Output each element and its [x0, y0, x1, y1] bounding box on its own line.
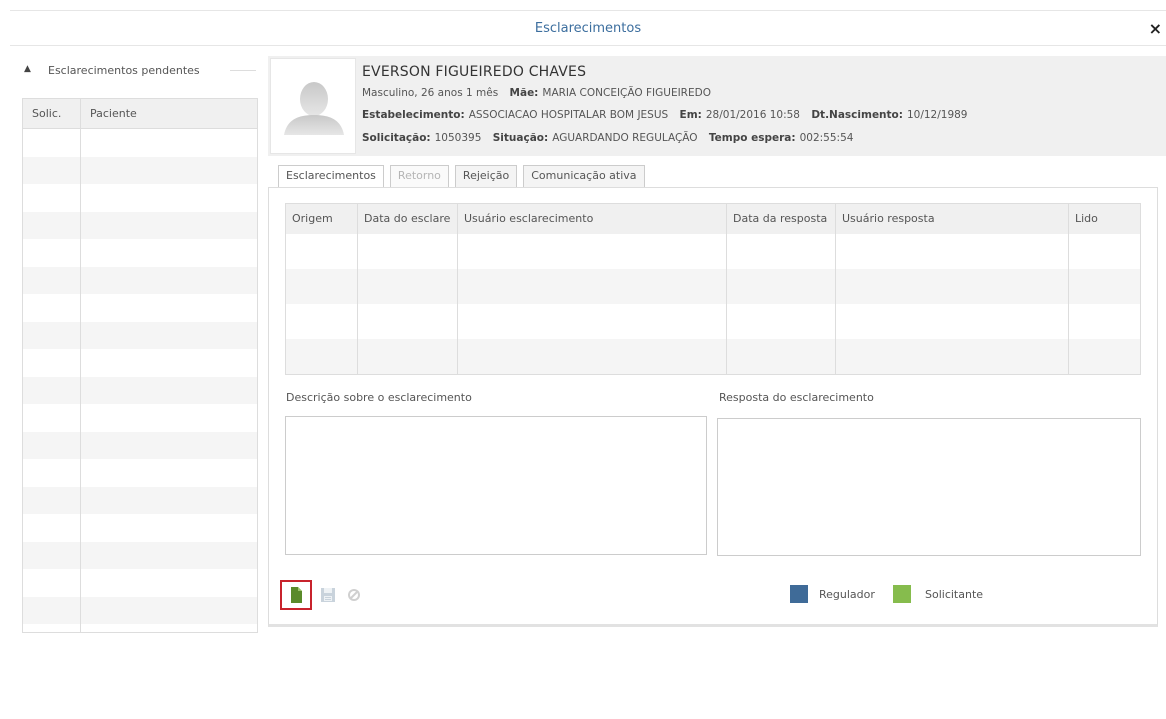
- collapse-arrow-icon[interactable]: ▲: [24, 64, 31, 74]
- list-item[interactable]: [23, 184, 257, 212]
- response-textarea[interactable]: [717, 418, 1141, 556]
- wait-label: Tempo espera:: [708, 132, 796, 144]
- legend-requester-label: Solicitante: [925, 588, 984, 601]
- list-item[interactable]: [23, 211, 257, 239]
- new-button[interactable]: [280, 580, 312, 610]
- tab-retorno[interactable]: Retorno: [389, 165, 449, 187]
- description-textarea[interactable]: [285, 416, 707, 555]
- status-value: AGUARDANDO REGULAÇÃO: [552, 132, 698, 144]
- list-item[interactable]: [23, 596, 257, 624]
- column-header-paciente[interactable]: Paciente: [81, 99, 257, 128]
- table-row[interactable]: [286, 339, 1140, 374]
- wait-value: 002:55:54: [799, 132, 854, 144]
- list-item[interactable]: [23, 541, 257, 569]
- patient-line-2: Estabelecimento: ASSOCIACAO HOSPITALAR BO…: [362, 109, 968, 121]
- patient-gender-age: Masculino, 26 anos 1 mês: [362, 87, 499, 99]
- list-item[interactable]: [23, 431, 257, 459]
- legend-regulator-swatch: [790, 585, 808, 603]
- divider: [230, 70, 256, 71]
- birth-label: Dt.Nascimento:: [811, 109, 903, 121]
- list-item[interactable]: [23, 129, 257, 157]
- response-label: Resposta do esclarecimento: [719, 391, 874, 404]
- patient-name: EVERSON FIGUEIREDO CHAVES: [362, 64, 587, 80]
- list-item[interactable]: [23, 569, 257, 597]
- column-header-lido[interactable]: Lido: [1069, 204, 1140, 234]
- mother-label: Mãe:: [509, 87, 539, 99]
- pending-section-title: Esclarecimentos pendentes: [48, 64, 200, 77]
- column-header-origem[interactable]: Origem: [286, 204, 358, 234]
- mother-value: MARIA CONCEIÇÃO FIGUEIREDO: [542, 87, 711, 99]
- em-value: 28/01/2016 10:58: [705, 109, 800, 121]
- legend-regulator-label: Regulador: [819, 588, 875, 601]
- establishment-value: ASSOCIACAO HOSPITALAR BOM JESUS: [468, 109, 669, 121]
- birth-value: 10/12/1989: [906, 109, 968, 121]
- column-header-usuario-esclarecimento[interactable]: Usuário esclarecimento: [458, 204, 727, 234]
- user-avatar-icon: [270, 58, 356, 154]
- column-header-solic[interactable]: Solic.: [23, 99, 81, 128]
- pending-list-header: Solic. Paciente: [23, 99, 257, 129]
- list-item[interactable]: [23, 486, 257, 514]
- patient-line-3: Solicitação: 1050395 Situação: AGUARDANDO …: [362, 132, 853, 144]
- tab-rejeicao[interactable]: Rejeição: [454, 165, 518, 187]
- tab-bar: Esclarecimentos Retorno Rejeição Comunic…: [278, 165, 651, 188]
- tab-comunicacao-ativa[interactable]: Comunicação ativa: [523, 165, 645, 187]
- column-header-usuario-resposta[interactable]: Usuário resposta: [836, 204, 1069, 234]
- cancel-icon: [348, 589, 360, 601]
- dialog-titlebar: Esclarecimentos ×: [10, 10, 1166, 46]
- dialog-title: Esclarecimentos: [534, 21, 642, 36]
- close-icon[interactable]: ×: [1149, 19, 1162, 38]
- description-label: Descrição sobre o esclarecimento: [286, 391, 472, 404]
- pending-list-grid: Solic. Paciente: [22, 98, 258, 633]
- request-value: 1050395: [434, 132, 482, 144]
- list-item[interactable]: [23, 156, 257, 184]
- establishment-label: Estabelecimento:: [362, 109, 465, 121]
- grid-body: [286, 234, 1140, 374]
- list-item[interactable]: [23, 239, 257, 267]
- list-item[interactable]: [23, 404, 257, 432]
- clarifications-grid: Origem Data do esclare Usuário esclareci…: [285, 203, 1141, 375]
- grid-header: Origem Data do esclare Usuário esclareci…: [286, 204, 1140, 234]
- save-icon: [321, 588, 335, 602]
- em-label: Em:: [679, 109, 702, 121]
- list-item[interactable]: [23, 624, 257, 632]
- pending-section-header[interactable]: ▲ Esclarecimentos pendentes: [24, 64, 256, 78]
- list-item[interactable]: [23, 321, 257, 349]
- list-item[interactable]: [23, 266, 257, 294]
- list-item[interactable]: [23, 459, 257, 487]
- status-label: Situação:: [492, 132, 549, 144]
- patient-line-1: Masculino, 26 anos 1 mês Mãe: MARIA CONCE…: [362, 87, 711, 99]
- list-item[interactable]: [23, 294, 257, 322]
- tab-esclarecimentos[interactable]: Esclarecimentos: [278, 165, 384, 188]
- column-header-data-esclarecimento[interactable]: Data do esclare: [358, 204, 458, 234]
- pending-list-body: [23, 129, 257, 632]
- list-item[interactable]: [23, 514, 257, 542]
- cancel-button[interactable]: [344, 585, 364, 605]
- table-row[interactable]: [286, 304, 1140, 339]
- table-row[interactable]: [286, 269, 1140, 304]
- new-document-icon: [291, 587, 302, 603]
- list-item[interactable]: [23, 376, 257, 404]
- legend-requester-swatch: [893, 585, 911, 603]
- save-button[interactable]: [318, 585, 338, 605]
- column-header-data-resposta[interactable]: Data da resposta: [727, 204, 836, 234]
- list-item[interactable]: [23, 349, 257, 377]
- request-label: Solicitação:: [362, 132, 431, 144]
- table-row[interactable]: [286, 234, 1140, 269]
- patient-header: EVERSON FIGUEIREDO CHAVES Masculino, 26 …: [268, 56, 1166, 156]
